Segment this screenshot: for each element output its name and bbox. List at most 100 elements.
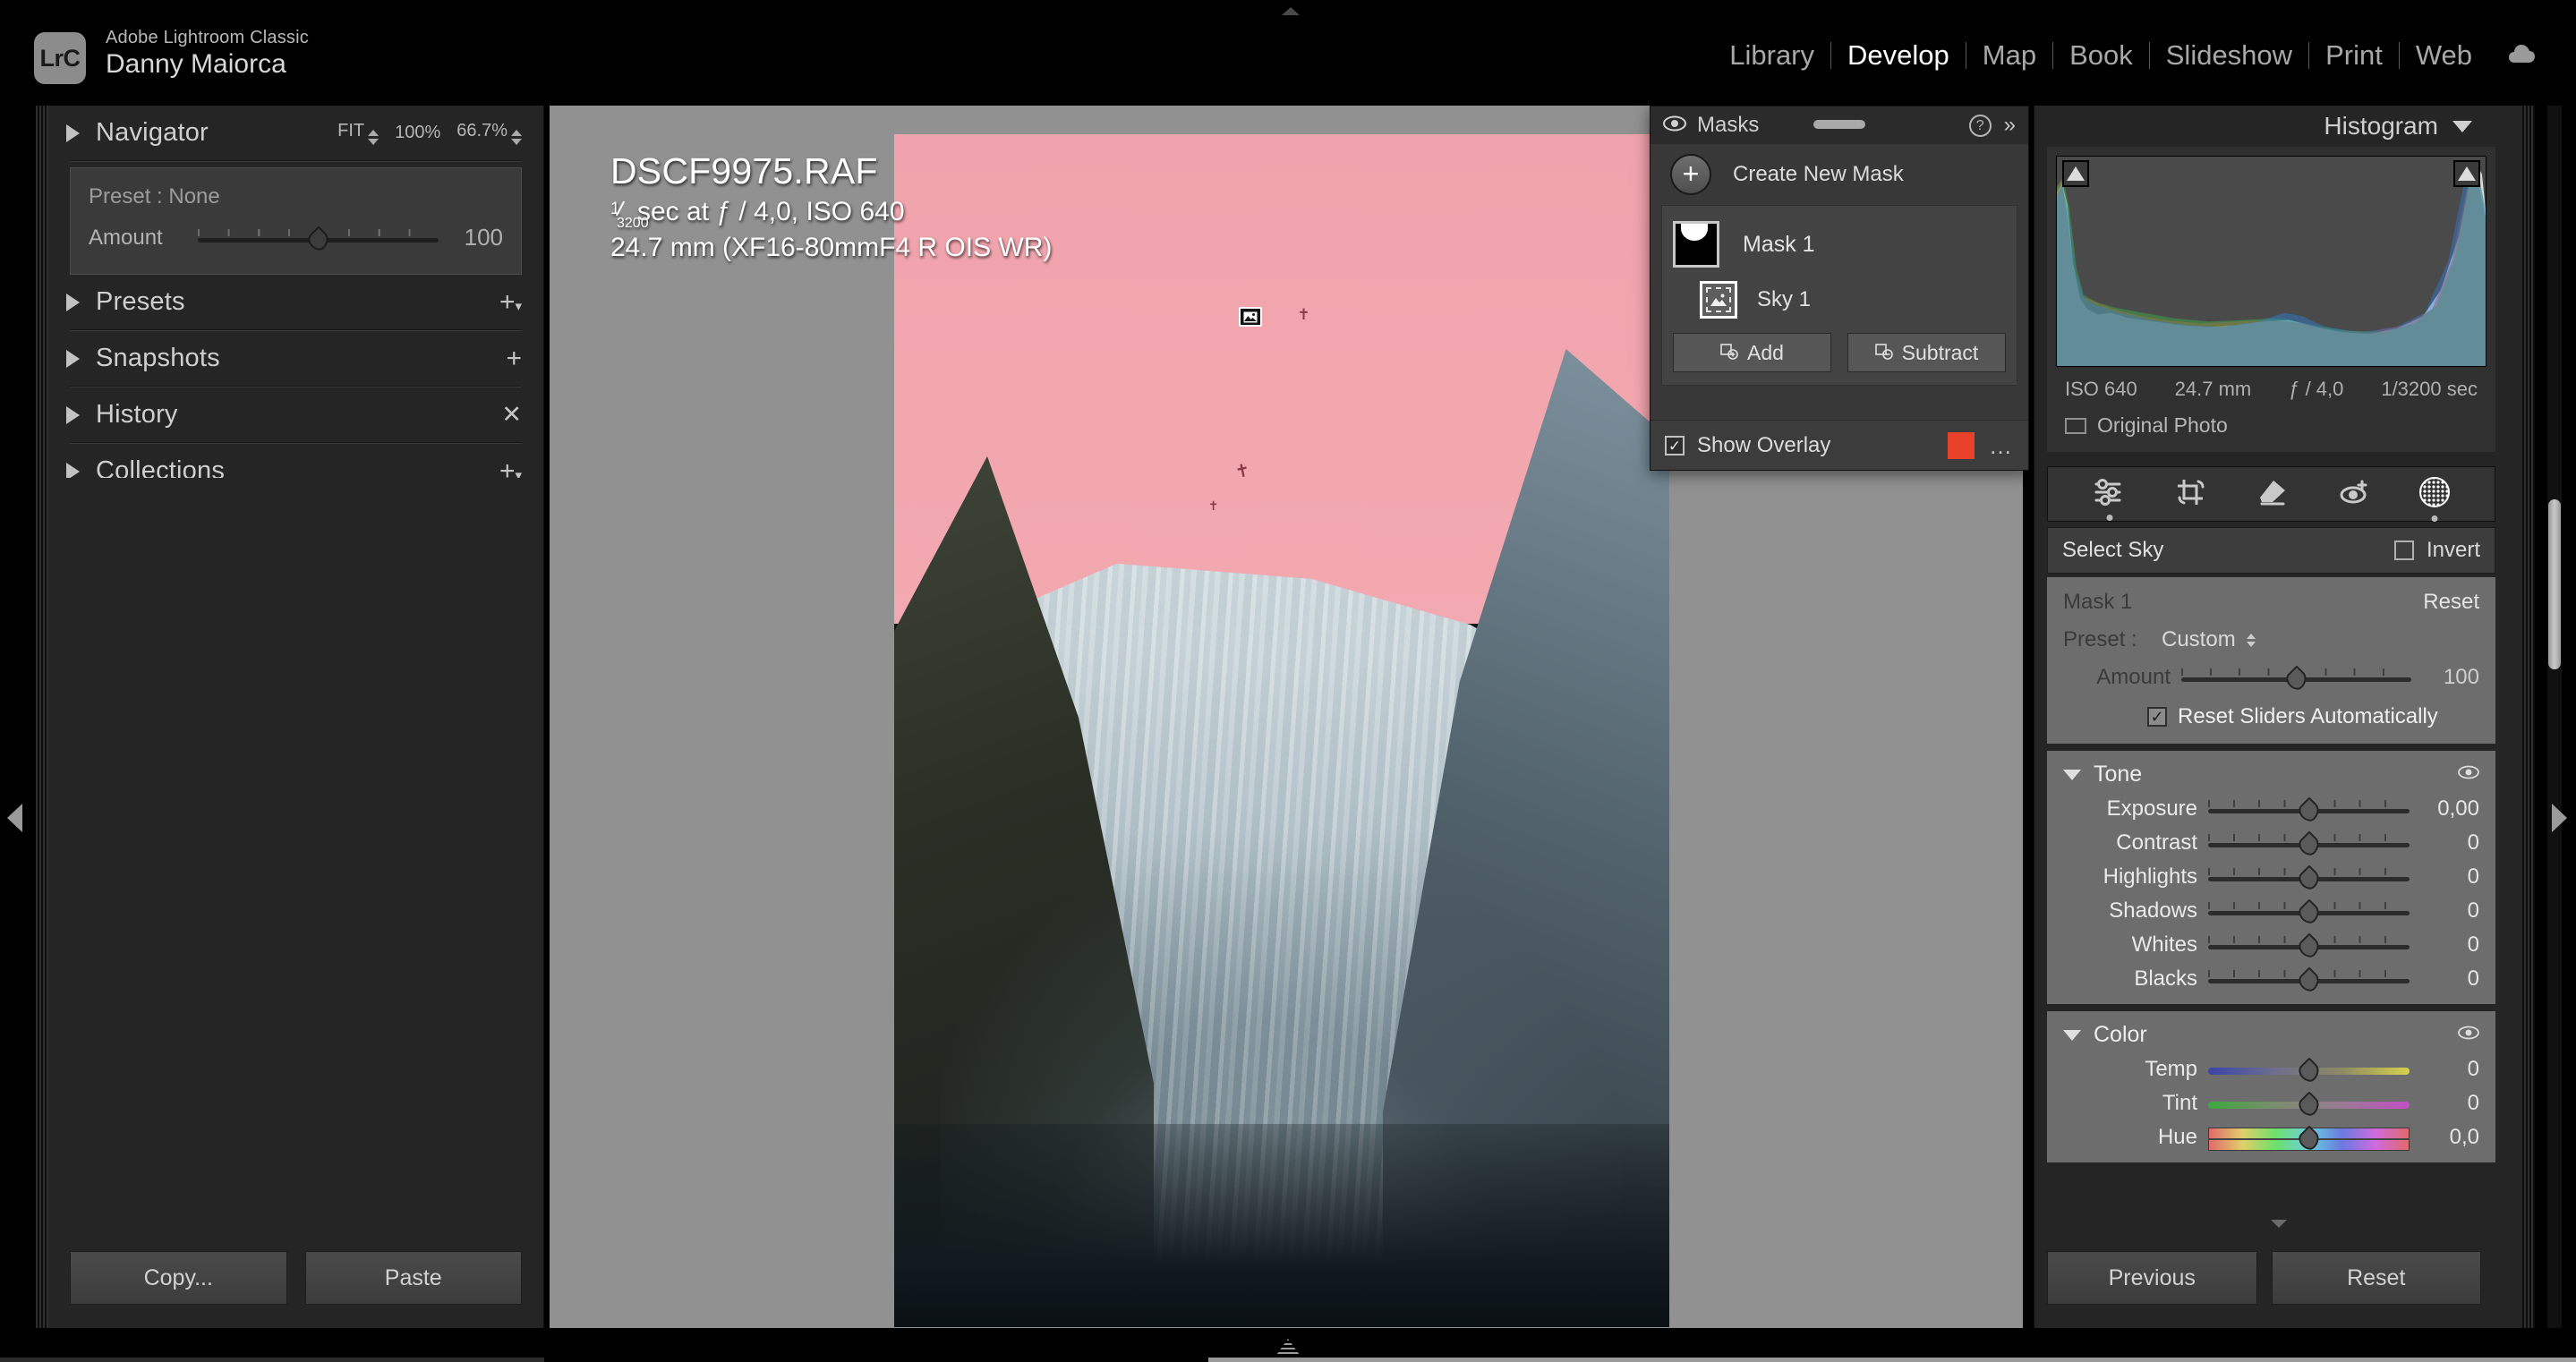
photo-preview[interactable]: ✝ ✝ ✝ [894, 134, 1669, 1327]
slider-shadows[interactable]: Shadows 0 [2063, 898, 2479, 927]
slider-hue[interactable]: Hue 0,0 [2063, 1125, 2479, 1153]
module-print[interactable]: Print [2309, 38, 2399, 73]
reset-sliders-checkbox[interactable]: ✓ [2147, 707, 2167, 727]
slider-whites[interactable]: Whites 0 [2063, 932, 2479, 961]
preset-stepper-icon[interactable] [2246, 633, 2256, 647]
crop-icon[interactable] [2175, 477, 2207, 512]
double-chevron-right-icon[interactable]: » [2004, 115, 2016, 136]
original-photo-row[interactable]: Original Photo [2056, 404, 2486, 443]
mask-thumbnail[interactable] [1673, 221, 1719, 268]
slider-temp[interactable]: Temp 0 [2063, 1057, 2479, 1085]
shadow-clipping-indicator[interactable] [2062, 160, 2089, 187]
color-section-header[interactable]: Color [2063, 1022, 2479, 1048]
navigator-header[interactable]: Navigator FIT 100% 66.7% [48, 106, 543, 160]
slider-track[interactable] [2208, 966, 2410, 995]
amount-slider-row[interactable]: Amount 100 [89, 224, 503, 254]
invert-control[interactable]: Invert [2393, 538, 2480, 563]
section-snapshots[interactable]: Snapshots + [48, 331, 543, 386]
slider-track[interactable] [2208, 830, 2410, 859]
module-web[interactable]: Web [2400, 38, 2488, 73]
slider-highlights[interactable]: Highlights 0 [2063, 864, 2479, 893]
invert-checkbox[interactable] [2393, 541, 2414, 560]
slider-knob[interactable] [2294, 1091, 2324, 1119]
masking-icon[interactable] [2418, 476, 2451, 522]
mask-preset-value[interactable]: Custom [2162, 627, 2236, 652]
cloud-sync-icon[interactable] [2506, 42, 2537, 70]
show-overlay-checkbox[interactable]: ✓ [1665, 435, 1685, 455]
histogram-graph[interactable] [2056, 156, 2486, 367]
previous-button[interactable]: Previous [2047, 1251, 2257, 1305]
right-panel-scrollbar[interactable] [2547, 106, 2562, 1328]
scrollbar-thumb[interactable] [2548, 499, 2561, 669]
slider-track[interactable] [2208, 1091, 2410, 1119]
masks-panel-header[interactable]: Masks ? » [1651, 106, 2028, 144]
chevron-down-icon[interactable] [2063, 769, 2081, 780]
reset-button[interactable]: Reset [2271, 1251, 2481, 1305]
collapse-right-panel-button[interactable] [2552, 804, 2567, 832]
disclosure-triangle-icon[interactable] [66, 123, 80, 142]
slider-track[interactable] [2208, 1125, 2410, 1153]
overlay-color-swatch[interactable] [1948, 431, 1975, 459]
fit-stepper-icon[interactable] [368, 130, 380, 145]
add-button[interactable]: Add [1673, 333, 1831, 372]
sky-select-icon[interactable] [1700, 281, 1737, 319]
slider-tint[interactable]: Tint 0 [2063, 1091, 2479, 1119]
mask-reset-button[interactable]: Reset [2423, 590, 2479, 615]
plus-dropdown-icon[interactable]: +▾ [499, 288, 522, 316]
help-icon[interactable]: ? [1968, 114, 1992, 137]
plus-icon[interactable]: + [506, 345, 522, 372]
disclosure-triangle-icon[interactable] [66, 405, 80, 424]
original-photo-checkbox[interactable] [2065, 417, 2086, 434]
slider-exposure[interactable]: Exposure 0,00 [2063, 796, 2479, 825]
paste-button[interactable]: Paste [304, 1251, 522, 1305]
slider-knob[interactable] [2294, 1057, 2324, 1085]
amount-slider-track[interactable] [198, 225, 439, 254]
mask-amount-row[interactable]: Amount 100 [2063, 665, 2479, 694]
slider-track[interactable] [2208, 898, 2410, 927]
filmstrip-resize-grip[interactable] [1276, 1339, 1300, 1355]
mask-amount-track[interactable] [2181, 665, 2411, 694]
chevron-down-icon[interactable] [2063, 1029, 2081, 1041]
tone-section-header[interactable]: Tone [2063, 762, 2479, 787]
module-develop[interactable]: Develop [1831, 38, 1966, 73]
reset-sliders-row[interactable]: ✓ Reset Sliders Automatically [2063, 704, 2479, 729]
mask-preset-row[interactable]: Preset : Custom [2063, 627, 2479, 652]
subtract-button[interactable]: Subtract [1847, 333, 2006, 372]
module-book[interactable]: Book [2053, 38, 2149, 73]
panel-drag-handle[interactable] [1813, 120, 1865, 129]
module-library[interactable]: Library [1713, 38, 1830, 73]
sub-mask-item[interactable]: Sky 1 [1673, 274, 2006, 326]
tone-visibility-eye-icon[interactable] [2458, 765, 2479, 784]
zoom-stepper-icon[interactable] [511, 130, 522, 145]
select-sky-row[interactable]: Select Sky Invert [2047, 527, 2495, 574]
create-new-mask-row[interactable]: + Create New Mask [1651, 144, 2028, 205]
zoom-custom[interactable]: 66.7% [456, 121, 522, 145]
slider-track[interactable] [2208, 1057, 2410, 1085]
top-panel-toggle[interactable] [1282, 7, 1300, 15]
slider-track[interactable] [2208, 796, 2410, 825]
disclosure-triangle-icon[interactable] [66, 293, 80, 311]
masks-floating-panel[interactable]: Masks ? » + Create New Mask Mask 1 Sky 1 [1650, 106, 2029, 471]
close-icon[interactable]: ✕ [501, 403, 522, 427]
slider-track[interactable] [2208, 932, 2410, 961]
module-map[interactable]: Map [1966, 38, 2052, 73]
histogram-header[interactable]: Histogram [2034, 106, 2522, 147]
eye-icon[interactable] [1663, 115, 1686, 136]
red-eye-icon[interactable] [2338, 478, 2370, 511]
section-presets[interactable]: Presets +▾ [48, 275, 543, 329]
spot-removal-icon[interactable] [2256, 478, 2290, 511]
slider-track[interactable] [2208, 864, 2410, 893]
disclosure-triangle-icon[interactable] [66, 349, 80, 368]
slider-blacks[interactable]: Blacks 0 [2063, 966, 2479, 995]
collapse-left-panel-button[interactable] [7, 804, 22, 832]
copy-button[interactable]: Copy... [70, 1251, 287, 1305]
adjust-sliders-icon[interactable] [2093, 477, 2127, 521]
module-slideshow[interactable]: Slideshow [2150, 38, 2308, 73]
plus-icon[interactable]: + [1670, 154, 1711, 195]
mask-list-item[interactable]: Mask 1 [1673, 215, 2006, 274]
chevron-down-icon[interactable] [2452, 120, 2472, 132]
section-history[interactable]: History ✕ [48, 387, 543, 442]
zoom-100[interactable]: 100% [395, 123, 440, 143]
slider-contrast[interactable]: Contrast 0 [2063, 830, 2479, 859]
ellipsis-icon[interactable]: … [1989, 434, 2014, 457]
